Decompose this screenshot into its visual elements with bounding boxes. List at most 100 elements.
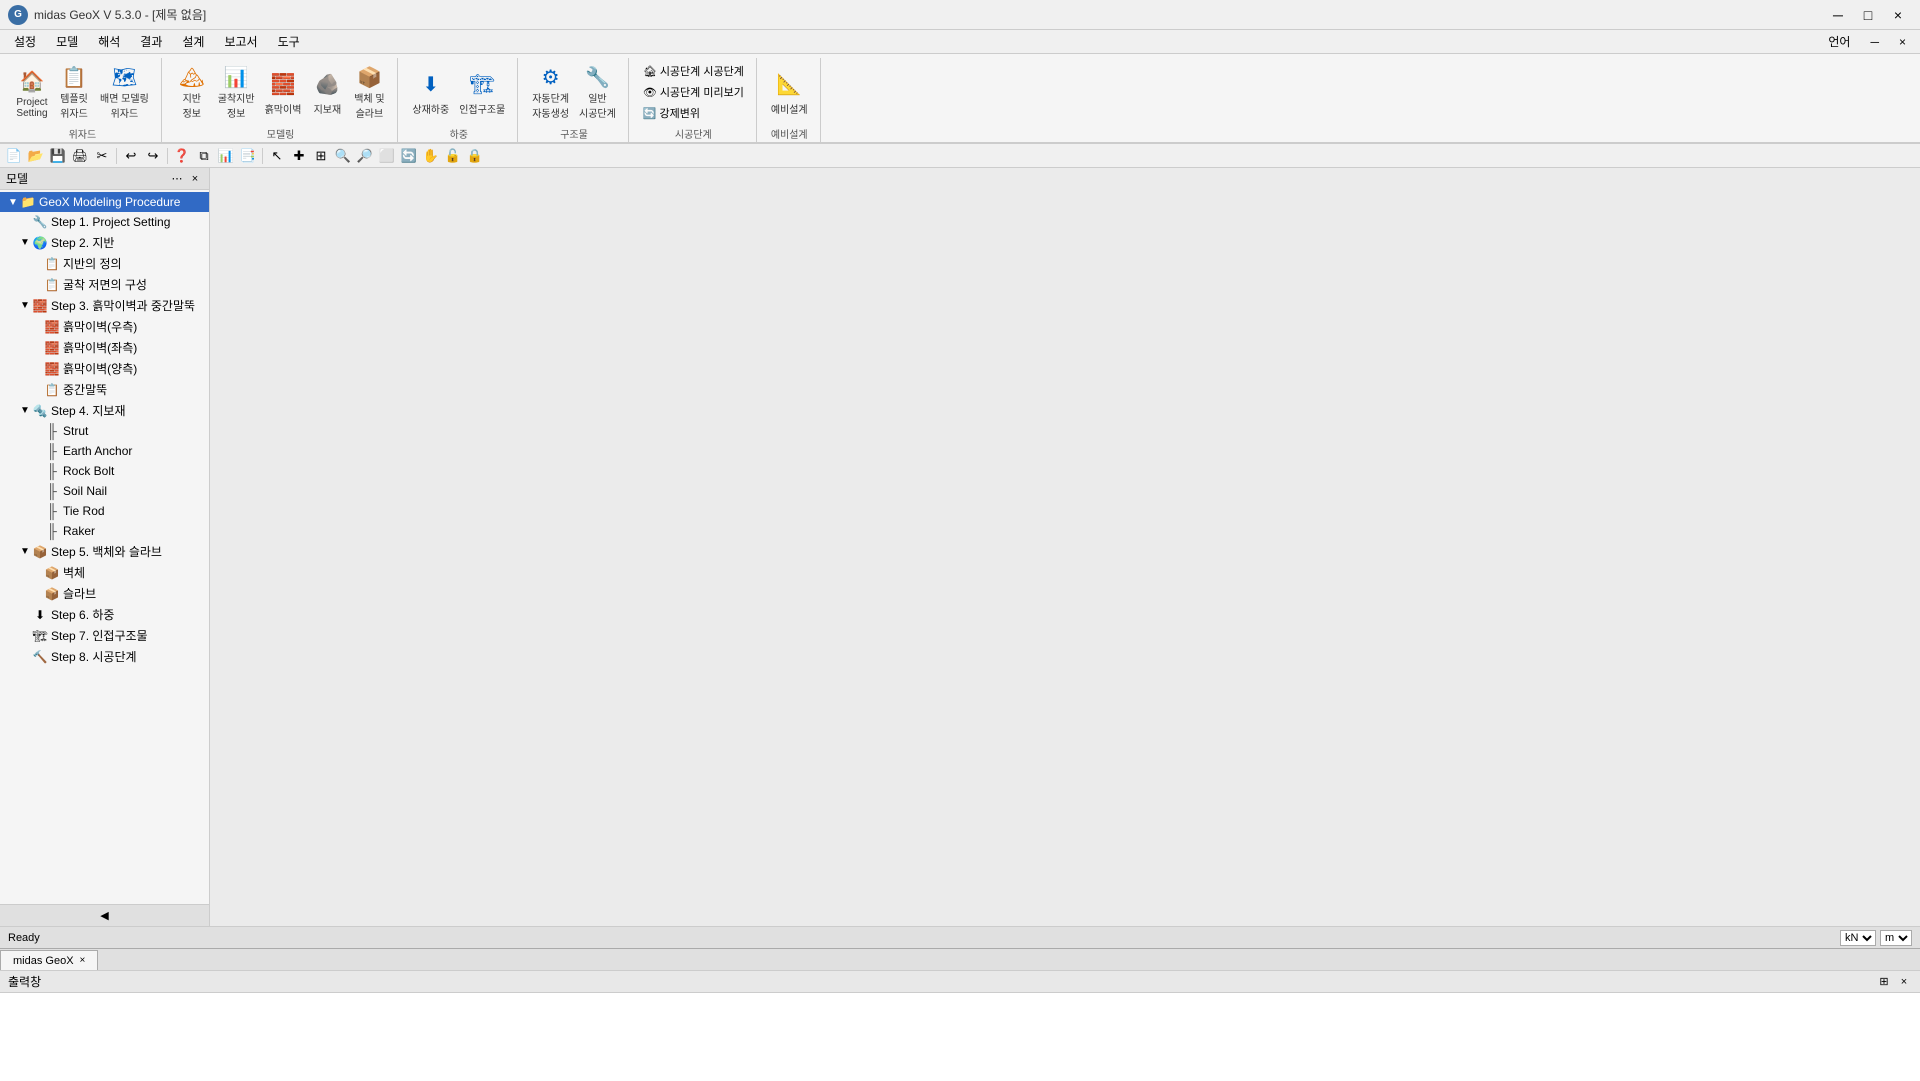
tree-item-step4[interactable]: ▼🔩Step 4. 지보재 <box>0 400 209 421</box>
panel-menu-btn[interactable]: ⋯ <box>169 171 185 187</box>
qa-lock[interactable]: 🔓 <box>443 146 463 166</box>
tree-item-step2-ground-def[interactable]: 📋지반의 정의 <box>0 253 209 274</box>
menu-item-report[interactable]: 보고서 <box>214 31 267 52</box>
qa-pan[interactable]: ✋ <box>421 146 441 166</box>
tree-item-step4-raker[interactable]: ╟Raker <box>0 521 209 541</box>
panel-collapse-btn[interactable]: ◀ <box>97 908 113 924</box>
tree-toggle-step5[interactable]: ▼ <box>20 546 32 557</box>
ribbon-btn-surcharge[interactable]: ⬇ 상재하중 <box>408 62 453 122</box>
qa-zoom-in[interactable]: 🔍 <box>333 146 353 166</box>
tree-toggle-step3[interactable]: ▼ <box>20 300 32 311</box>
ribbon-btn-auto-construction[interactable]: ⚙ 자동단계자동생성 <box>528 62 573 122</box>
panel-header: 모델 ⋯ × <box>0 168 209 190</box>
qa-rotate[interactable]: 🔄 <box>399 146 419 166</box>
qa-move[interactable]: ✚ <box>289 146 309 166</box>
menu-item-close2[interactable]: × <box>1889 33 1916 51</box>
qa-help[interactable]: ❓ <box>172 146 192 166</box>
tree-item-step2-cross[interactable]: 📋굴착 저면의 구성 <box>0 274 209 295</box>
tree-item-step4-strut[interactable]: ╟Strut <box>0 421 209 441</box>
ribbon-btn-back-slab[interactable]: 📦 백체 및슬라브 <box>349 62 389 122</box>
ribbon-btn-ground-info[interactable]: 🏔 지반정보 <box>172 62 212 122</box>
tree-toggle-geox-procedure[interactable]: ▼ <box>8 197 20 208</box>
restore-button[interactable]: □ <box>1854 3 1882 27</box>
qa-lock2[interactable]: 🔒 <box>465 146 485 166</box>
tab-close-btn[interactable]: × <box>80 955 86 966</box>
menu-item-model[interactable]: 모델 <box>46 31 88 52</box>
tree-item-step7[interactable]: 🏗Step 7. 인접구조물 <box>0 625 209 646</box>
tree-item-step3-pile[interactable]: 📋중간말뚝 <box>0 379 209 400</box>
tree-icon-geox-procedure: 📁 <box>20 194 36 210</box>
menu-item-design[interactable]: 설계 <box>172 31 214 52</box>
ribbon-btn-excavation-info[interactable]: 📊 굴착지반정보 <box>214 62 259 122</box>
qa-undo[interactable]: ↩ <box>121 146 141 166</box>
tree-item-step1[interactable]: 🔧Step 1. Project Setting <box>0 212 209 232</box>
tree-item-step8[interactable]: 🔨Step 8. 시공단계 <box>0 646 209 667</box>
tree-item-step3[interactable]: ▼🧱Step 3. 흙막이벽과 중간말뚝 <box>0 295 209 316</box>
tree-item-step5-slab[interactable]: 📦슬라브 <box>0 583 209 604</box>
tree-item-geox-procedure[interactable]: ▼📁GeoX Modeling Procedure <box>0 192 209 212</box>
ribbon-btn-project-setting[interactable]: 🏠 ProjectSetting <box>12 62 52 122</box>
tab-midas-geox[interactable]: midas GeoX × <box>0 950 98 970</box>
tree-item-step4-soil-nail[interactable]: ╟Soil Nail <box>0 481 209 501</box>
qa-zoom-out[interactable]: 🔎 <box>355 146 375 166</box>
status-text: Ready <box>8 932 40 944</box>
ribbon-construction-buttons: 🏚 시공단계 시공단계 👁 시공단계 미리보기 🔄 강제변위 <box>639 58 748 126</box>
qa-copy-window[interactable]: ⧉ <box>194 146 214 166</box>
ribbon-btn-wall[interactable]: 🧱 흙막이벽 <box>261 62 306 122</box>
tree-item-step3-wall-both[interactable]: 🧱흙막이벽(양측) <box>0 358 209 379</box>
tree-toggle-step2[interactable]: ▼ <box>20 237 32 248</box>
unit-force-select[interactable]: kN <box>1840 930 1876 946</box>
qa-model-view[interactable]: 📊 <box>216 146 236 166</box>
tree-label-step2-ground-def: 지반의 정의 <box>63 255 122 272</box>
tree-item-step4-rock-bolt[interactable]: ╟Rock Bolt <box>0 461 209 481</box>
qa-zoom-fit[interactable]: ⊞ <box>311 146 331 166</box>
minimize-button[interactable]: ─ <box>1824 3 1852 27</box>
tree-item-step2[interactable]: ▼🌍Step 2. 지반 <box>0 232 209 253</box>
qa-save[interactable]: 💾 <box>48 146 68 166</box>
panel-close-btn[interactable]: × <box>187 171 203 187</box>
ribbon-btn-adjacent-structure[interactable]: 🏗 인접구조물 <box>455 62 509 122</box>
ribbon-btn-back-model-wizard[interactable]: 🗺 배면 모델링위자드 <box>96 62 153 122</box>
qa-cut[interactable]: ✂ <box>92 146 112 166</box>
qa-print[interactable]: 🖨 <box>70 146 90 166</box>
output-close-btn[interactable]: × <box>1896 974 1912 990</box>
menu-item-settings[interactable]: 설정 <box>4 31 46 52</box>
unit-length-select[interactable]: m <box>1880 930 1912 946</box>
tree-item-step5-wall[interactable]: 📦벽체 <box>0 562 209 583</box>
ribbon-modeling-buttons: 🏔 지반정보 📊 굴착지반정보 🧱 흙막이벽 🪨 지보재 📦 백체 및슬라브 <box>172 58 390 126</box>
menu-item-language[interactable]: 언어 <box>1818 31 1860 52</box>
menu-item-tools[interactable]: 도구 <box>268 31 310 52</box>
menu-item-restore2[interactable]: ─ <box>1860 33 1889 51</box>
tree-item-step4-earth-anchor[interactable]: ╟Earth Anchor <box>0 441 209 461</box>
menu-item-results[interactable]: 결과 <box>130 31 172 52</box>
qa-open[interactable]: 📂 <box>26 146 46 166</box>
ribbon-btn-predesign[interactable]: 📐 예비설계 <box>767 62 812 122</box>
ribbon-btn-support[interactable]: 🪨 지보재 <box>307 62 347 122</box>
tree-icon-step5: 📦 <box>32 544 48 560</box>
tree-item-step3-wall-left1[interactable]: 🧱흙막이벽(좌측) <box>0 337 209 358</box>
ribbon-btn-force-displacement[interactable]: 🔄 강제변위 <box>639 104 704 122</box>
tree-item-step4-tie-rod[interactable]: ╟Tie Rod <box>0 501 209 521</box>
qa-doc[interactable]: 📑 <box>238 146 258 166</box>
tree-toggle-step4[interactable]: ▼ <box>20 405 32 416</box>
wall-label: 흙막이벽 <box>265 101 302 116</box>
qa-select[interactable]: ↖ <box>267 146 287 166</box>
menu-item-analysis[interactable]: 해석 <box>88 31 130 52</box>
ribbon-group-load: ⬇ 상재하중 🏗 인접구조물 하중 <box>400 58 518 142</box>
tree-item-step3-wall-right[interactable]: 🧱흙막이벽(우측) <box>0 316 209 337</box>
qa-separator-1 <box>116 148 117 164</box>
tree-item-step5[interactable]: ▼📦Step 5. 백체와 슬라브 <box>0 541 209 562</box>
ribbon-btn-template-wizard[interactable]: 📋 템플릿위자드 <box>54 62 94 122</box>
ribbon-btn-construction-stage[interactable]: 🏚 시공단계 시공단계 <box>639 62 748 80</box>
close-button[interactable]: × <box>1884 3 1912 27</box>
canvas-area[interactable] <box>210 168 1920 926</box>
tree-item-step6[interactable]: ⬇Step 6. 하중 <box>0 604 209 625</box>
status-bar: Ready kN m <box>0 926 1920 948</box>
tree-icon-step4-soil-nail: ╟ <box>44 483 60 499</box>
output-dock-btn[interactable]: ⊞ <box>1876 974 1892 990</box>
qa-redo[interactable]: ↪ <box>143 146 163 166</box>
qa-new[interactable]: 📄 <box>4 146 24 166</box>
ribbon-btn-general-stage[interactable]: 🔧 일반시공단계 <box>575 62 620 122</box>
ribbon-btn-construction-preview[interactable]: 👁 시공단계 미리보기 <box>639 83 748 101</box>
qa-zoom-window[interactable]: ⬜ <box>377 146 397 166</box>
